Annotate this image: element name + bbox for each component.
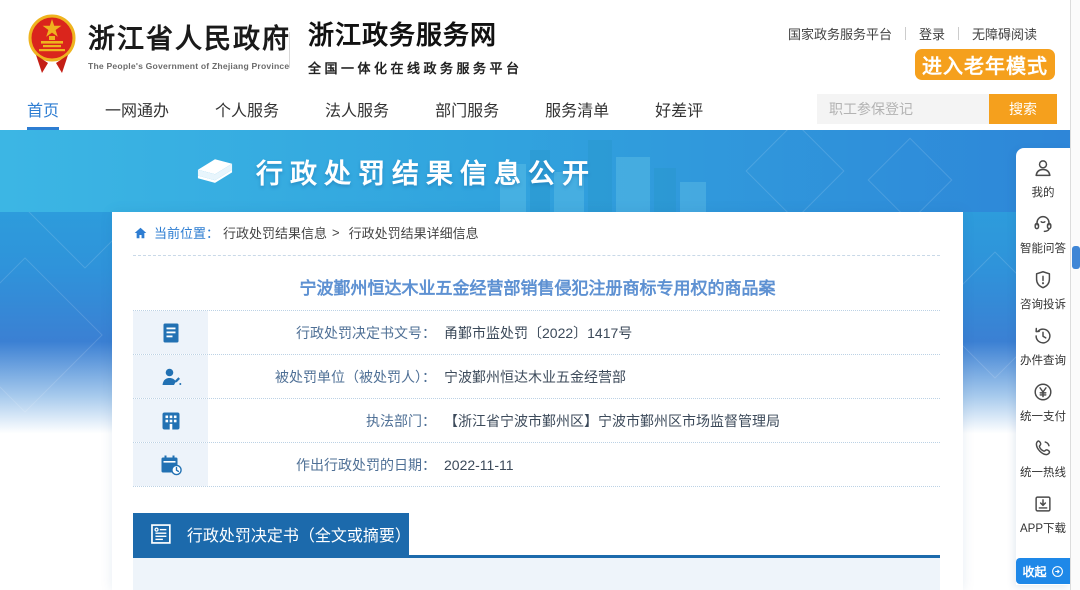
nav-item-home[interactable]: 首页: [27, 88, 59, 130]
table-row: 被处罚单位（被处罚人）： 宁波鄞州恒达木业五金经营部: [133, 355, 940, 399]
tab-label: 行政处罚决定书（全文或摘要）: [187, 522, 409, 546]
building-icon: [133, 399, 208, 442]
sidebar-item-hotline[interactable]: 统一热线: [1016, 428, 1070, 484]
sidebar-item-label: APP下载: [1020, 520, 1066, 536]
sidebar-item-unified-payment[interactable]: 统一支付: [1016, 372, 1070, 428]
field-label: 执法部门：: [208, 411, 436, 431]
nav-item-service-list[interactable]: 服务清单: [545, 88, 609, 130]
sidebar-item-complaint[interactable]: 咨询投诉: [1016, 260, 1070, 316]
calendar-clock-icon: [133, 443, 208, 486]
page: 浙江省人民政府 The People's Government of Zheji…: [0, 0, 1080, 590]
nav-item-rating[interactable]: 好差评: [655, 88, 703, 130]
sidebar-item-label: 办件查询: [1020, 352, 1066, 368]
content-card: 当前位置： 行政处罚结果信息 > 行政处罚结果详细信息 宁波鄞州恒达木业五金经营…: [112, 212, 963, 590]
table-cell: 执法部门： 【浙江省宁波市鄞州区】宁波市鄞州区市场监督管理局: [208, 399, 940, 442]
sidebar-item-label: 统一支付: [1020, 408, 1066, 424]
quick-sidebar: 我的 智能问答 咨询投诉: [1016, 148, 1070, 585]
arrow-right-circle-icon: [1051, 565, 1064, 578]
field-label: 行政处罚决定书文号：: [208, 323, 436, 343]
history-clock-icon: [1032, 325, 1054, 347]
elder-mode-button[interactable]: 进入老年模式: [915, 49, 1055, 80]
search-input[interactable]: [817, 94, 989, 124]
breadcrumb-location-label: 当前位置：: [154, 223, 219, 242]
breadcrumb-parent-link[interactable]: 行政处罚结果信息: [223, 223, 327, 242]
sidebar-item-label: 统一热线: [1020, 464, 1066, 480]
user-icon: [1032, 157, 1054, 179]
sidebar-item-app-download[interactable]: APP下载: [1016, 484, 1070, 540]
sidebar-item-label: 我的: [1032, 184, 1055, 200]
top-links: 国家政务服务平台 登录 无障碍阅读: [788, 24, 1037, 43]
nav-items: 首页 一网通办 个人服务 法人服务 部门服务 服务清单 好差评: [0, 88, 703, 130]
breadcrumb-separator: >: [332, 225, 340, 240]
link-separator: [958, 27, 959, 40]
breadcrumb-divider: [133, 255, 940, 256]
field-label: 作出行政处罚的日期：: [208, 455, 436, 475]
qa-headset-icon: [1032, 213, 1054, 235]
table-cell: 行政处罚决定书文号： 甬鄞市监处罚〔2022〕1417号: [208, 311, 940, 354]
nav-search: 搜索: [817, 94, 1057, 124]
field-label: 被处罚单位（被处罚人）：: [208, 367, 436, 387]
sidebar-item-case-query[interactable]: 办件查询: [1016, 316, 1070, 372]
breadcrumb: 当前位置： 行政处罚结果信息 > 行政处罚结果详细信息: [133, 223, 479, 242]
site-name-en: The People's Government of Zhejiang Prov…: [88, 61, 291, 71]
person-icon: [133, 355, 208, 398]
field-value: 甬鄞市监处罚〔2022〕1417号: [444, 323, 632, 343]
portal-name: 浙江政务服务网: [308, 15, 523, 52]
link-login[interactable]: 登录: [919, 24, 945, 43]
header-divider: [289, 32, 290, 68]
link-accessibility[interactable]: 无障碍阅读: [972, 24, 1037, 43]
sidebar-item-smart-qa[interactable]: 智能问答: [1016, 204, 1070, 260]
window-scrollbar[interactable]: [1070, 0, 1080, 590]
field-value: 【浙江省宁波市鄞州区】宁波市鄞州区市场监督管理局: [444, 411, 780, 431]
table-row: 行政处罚决定书文号： 甬鄞市监处罚〔2022〕1417号: [133, 311, 940, 355]
nav-item-department[interactable]: 部门服务: [435, 88, 499, 130]
nav-item-one-network[interactable]: 一网通办: [105, 88, 169, 130]
decision-doc-icon: [149, 522, 173, 546]
scrollbar-thumb[interactable]: [1072, 246, 1080, 269]
collapse-label: 收起: [1022, 563, 1046, 580]
table-row: 作出行政处罚的日期： 2022-11-11: [133, 443, 940, 487]
site-name: 浙江省人民政府: [88, 17, 291, 56]
portal-brand: 浙江政务服务网 全国一体化在线政务服务平台: [308, 15, 523, 77]
book-icon: [194, 150, 236, 192]
case-info-table: 行政处罚决定书文号： 甬鄞市监处罚〔2022〕1417号 被处罚单位（被处罚人）…: [133, 310, 940, 487]
tab-decision-document[interactable]: 行政处罚决定书（全文或摘要）: [133, 513, 409, 555]
sidebar-item-label: 智能问答: [1020, 240, 1066, 256]
site-header: 浙江省人民政府 The People's Government of Zheji…: [0, 0, 1080, 88]
field-value: 宁波鄞州恒达木业五金经营部: [444, 367, 626, 387]
home-icon: [133, 226, 148, 240]
complaint-shield-icon: [1032, 269, 1054, 291]
breadcrumb-current: 行政处罚结果详细信息: [349, 223, 479, 242]
collapse-button[interactable]: 收起: [1016, 558, 1070, 584]
hotline-phone-icon: [1032, 437, 1054, 459]
table-row: 执法部门： 【浙江省宁波市鄞州区】宁波市鄞州区市场监督管理局: [133, 399, 940, 443]
app-download-icon: [1032, 493, 1054, 515]
pay-yuan-icon: [1032, 381, 1054, 403]
site-brand: 浙江省人民政府 The People's Government of Zheji…: [88, 17, 291, 71]
banner: 行政处罚结果信息公开: [0, 130, 1070, 212]
search-button[interactable]: 搜索: [989, 94, 1057, 124]
sidebar-item-label: 咨询投诉: [1020, 296, 1066, 312]
document-icon: [133, 311, 208, 354]
banner-title: 行政处罚结果信息公开: [256, 152, 596, 191]
link-separator: [905, 27, 906, 40]
table-cell: 被处罚单位（被处罚人）： 宁波鄞州恒达木业五金经营部: [208, 355, 940, 398]
nav-item-personal[interactable]: 个人服务: [215, 88, 279, 130]
main-nav: 首页 一网通办 个人服务 法人服务 部门服务 服务清单 好差评 搜索: [0, 88, 1080, 130]
link-national-platform[interactable]: 国家政务服务平台: [788, 24, 892, 43]
case-title: 宁波鄞州恒达木业五金经营部销售侵犯注册商标专用权的商品案: [112, 274, 963, 299]
national-emblem-icon: [28, 11, 76, 75]
portal-subtitle: 全国一体化在线政务服务平台: [308, 58, 523, 77]
nav-item-legal-person[interactable]: 法人服务: [325, 88, 389, 130]
table-cell: 作出行政处罚的日期： 2022-11-11: [208, 443, 940, 486]
decision-document-panel: [133, 558, 940, 590]
sidebar-item-my[interactable]: 我的: [1016, 148, 1070, 204]
field-value: 2022-11-11: [444, 457, 514, 473]
